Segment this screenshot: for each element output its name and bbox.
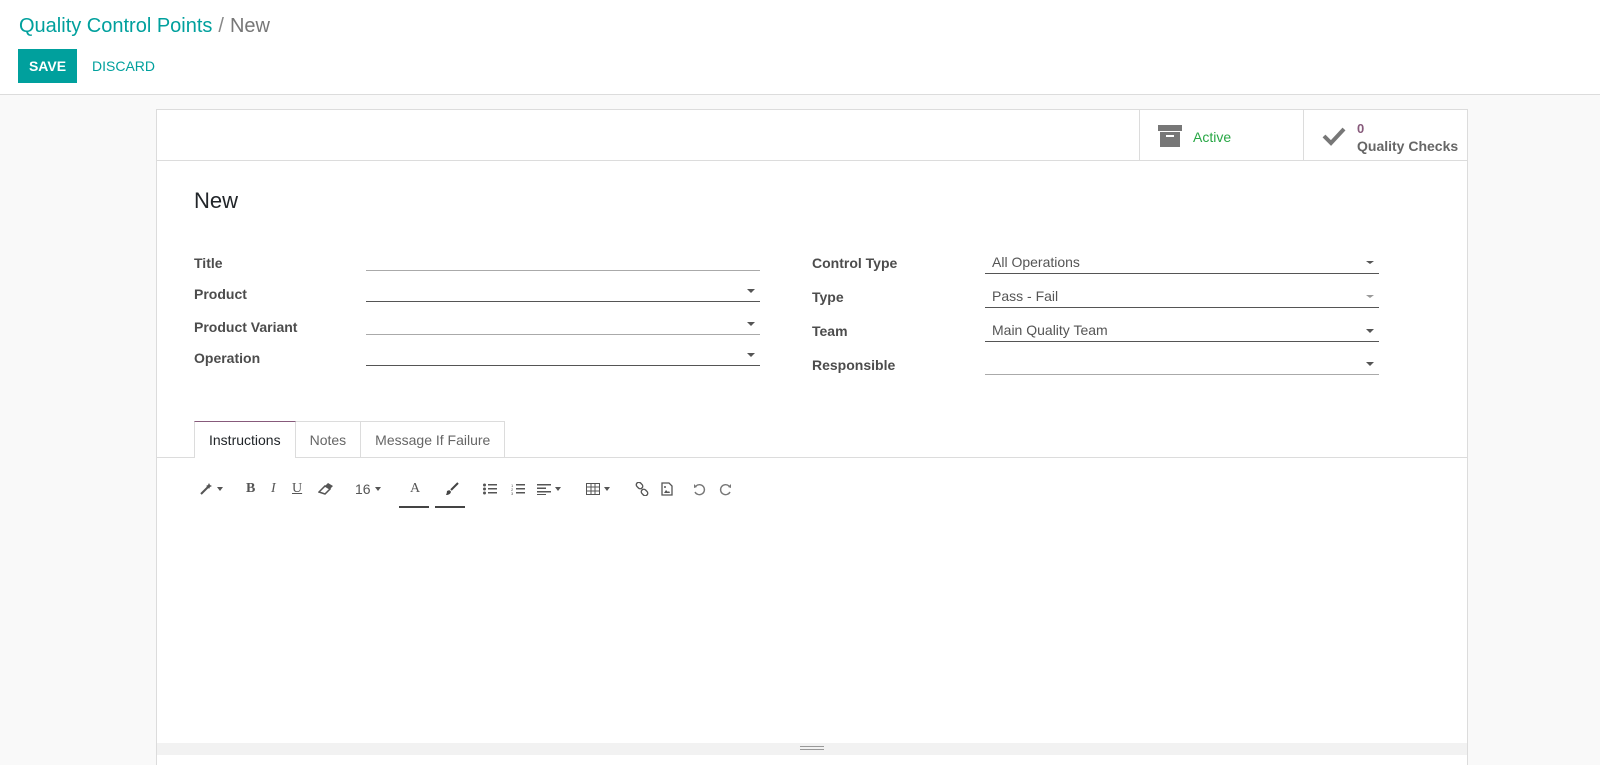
breadcrumb-current: New — [229, 15, 270, 37]
type-select[interactable]: Pass - Fail — [985, 286, 1379, 308]
discard-button[interactable]: DISCARD — [92, 49, 155, 83]
bullet-list-icon — [483, 483, 497, 495]
quality-checks-button[interactable]: 0 Quality Checks — [1303, 110, 1467, 160]
style-dropdown[interactable] — [199, 478, 223, 500]
tab-divider — [157, 457, 1467, 458]
product-select[interactable] — [366, 280, 760, 302]
quality-checks-count: 0 — [1357, 121, 1365, 136]
editor-resize-bar[interactable] — [157, 743, 1467, 755]
active-toggle-button[interactable]: Active — [1139, 110, 1303, 160]
type-value: Pass - Fail — [992, 288, 1059, 304]
highlight-indicator — [435, 506, 465, 508]
type-label: Type — [812, 289, 844, 305]
product-label: Product — [194, 286, 247, 302]
paintbrush-icon — [446, 482, 459, 495]
italic-button[interactable]: I — [271, 478, 276, 500]
numbered-list-button[interactable]: 123 — [511, 478, 525, 500]
eraser-icon — [318, 483, 333, 495]
resize-grip-icon[interactable] — [800, 746, 824, 750]
font-color-button[interactable]: A — [410, 478, 420, 500]
clear-format-button[interactable] — [318, 478, 333, 500]
magic-wand-icon — [200, 483, 212, 495]
chevron-down-icon — [747, 353, 755, 357]
archive-icon — [1158, 125, 1182, 147]
numbered-list-icon: 123 — [511, 483, 525, 496]
control-type-value: All Operations — [992, 254, 1080, 270]
font-size-dropdown[interactable]: 16 — [355, 478, 381, 500]
tab-notes[interactable]: Notes — [294, 421, 362, 457]
chevron-down-icon — [1366, 329, 1374, 333]
font-color-indicator — [399, 506, 429, 508]
redo-button[interactable] — [719, 478, 732, 500]
undo-icon — [694, 483, 706, 495]
link-button[interactable] — [635, 478, 649, 500]
control-panel: Quality Control Points / New SAVE DISCARD — [0, 0, 1600, 95]
tab-message-if-failure[interactable]: Message If Failure — [360, 421, 506, 457]
font-color-icon: A — [410, 481, 421, 496]
chevron-down-icon — [1366, 295, 1374, 298]
image-button[interactable] — [661, 478, 673, 500]
smart-button-box: Active 0 Quality Checks — [157, 110, 1467, 161]
operation-select[interactable] — [366, 344, 760, 366]
chevron-down-icon — [1366, 261, 1374, 264]
form-sheet: Active 0 Quality Checks New Title Produc… — [156, 109, 1468, 765]
product-variant-label: Product Variant — [194, 319, 298, 335]
team-select[interactable]: Main Quality Team — [985, 320, 1379, 342]
breadcrumb-separator: / — [218, 15, 224, 37]
product-variant-select[interactable] — [366, 313, 760, 335]
redo-icon — [719, 483, 731, 495]
active-label: Active — [1193, 129, 1232, 145]
align-left-icon — [537, 484, 551, 495]
quality-checks-label: Quality Checks — [1357, 138, 1459, 154]
responsible-select[interactable] — [985, 353, 1379, 375]
record-title: New — [194, 188, 239, 213]
title-input[interactable] — [366, 249, 760, 271]
font-size-value: 16 — [355, 481, 371, 497]
image-icon — [661, 482, 673, 496]
table-icon — [586, 483, 600, 495]
save-button[interactable]: SAVE — [18, 49, 77, 83]
chevron-down-icon — [1366, 362, 1374, 366]
chevron-down-icon — [747, 289, 755, 293]
team-value: Main Quality Team — [992, 322, 1108, 338]
undo-button[interactable] — [693, 478, 706, 500]
underline-button[interactable]: U — [292, 478, 302, 500]
chevron-down-icon — [747, 322, 755, 326]
check-icon — [1322, 127, 1346, 146]
control-type-select[interactable]: All Operations — [985, 252, 1379, 274]
svg-text:3: 3 — [511, 491, 514, 496]
operation-label: Operation — [194, 350, 261, 366]
team-label: Team — [812, 323, 848, 339]
tab-instructions[interactable]: Instructions — [194, 421, 296, 458]
breadcrumb-parent-link[interactable]: Quality Control Points — [19, 15, 212, 37]
breadcrumb: Quality Control Points / New — [19, 15, 270, 38]
table-dropdown[interactable] — [586, 478, 610, 500]
link-icon — [635, 482, 649, 496]
title-label: Title — [194, 255, 223, 271]
responsible-label: Responsible — [812, 357, 896, 373]
bullet-list-button[interactable] — [483, 478, 497, 500]
highlight-button[interactable] — [445, 478, 459, 500]
bold-button[interactable]: B — [246, 478, 255, 500]
align-dropdown[interactable] — [537, 478, 561, 500]
control-type-label: Control Type — [812, 255, 898, 271]
notebook-tabs: Instructions Notes Message If Failure — [194, 421, 506, 458]
